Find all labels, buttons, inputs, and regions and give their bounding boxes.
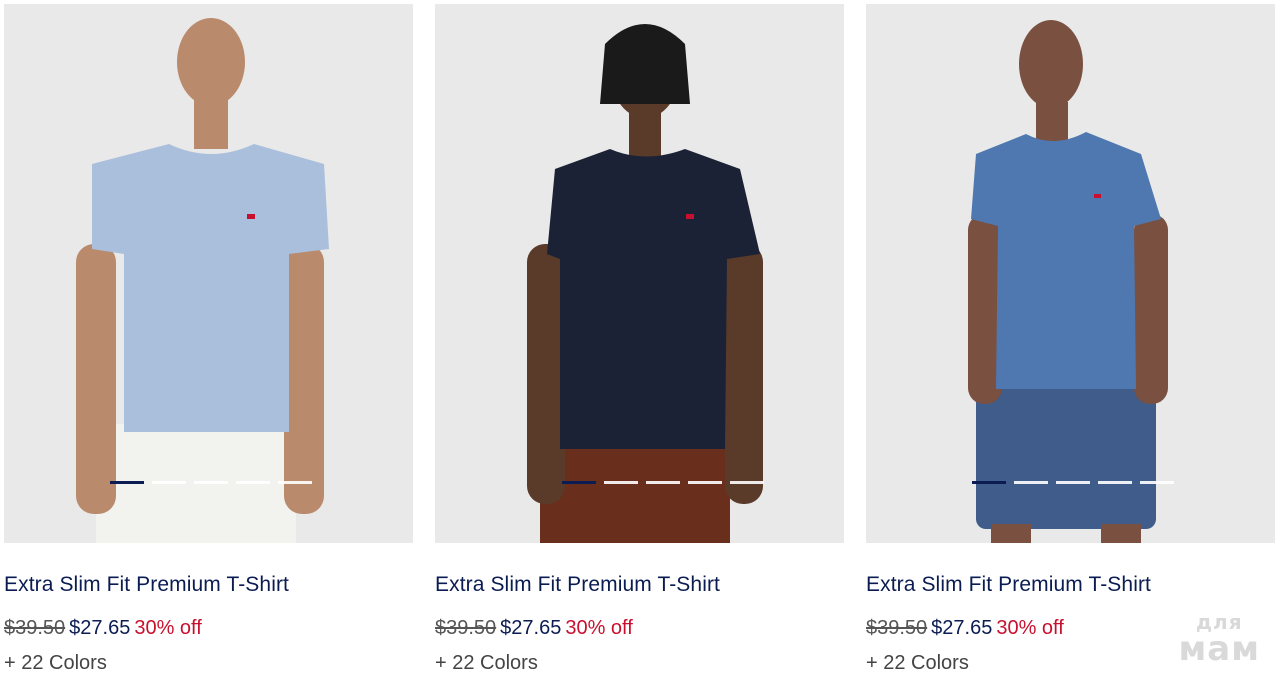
product-image[interactable]: [435, 4, 844, 543]
carousel-dot[interactable]: [110, 481, 144, 484]
carousel-dot[interactable]: [194, 481, 228, 484]
carousel-dot[interactable]: [1056, 481, 1090, 484]
price-row: $39.50 $27.65 30% off: [4, 617, 413, 640]
original-price: $39.50: [4, 617, 66, 639]
discount-label: 30% off: [565, 617, 633, 639]
discount-label: 30% off: [996, 617, 1064, 639]
carousel-dot[interactable]: [152, 481, 186, 484]
product-title[interactable]: Extra Slim Fit Premium T-Shirt: [435, 573, 844, 597]
watermark-logo: для мам: [1178, 612, 1260, 666]
price-row: $39.50 $27.65 30% off: [435, 617, 844, 640]
model-photo: [968, 20, 1168, 543]
product-image[interactable]: [4, 4, 413, 543]
model-photo: [76, 18, 329, 543]
image-carousel-indicator[interactable]: [562, 481, 764, 484]
product-card[interactable]: Extra Slim Fit Premium T-Shirt $39.50 $27…: [4, 4, 413, 675]
model-photo: [527, 24, 763, 543]
original-price: $39.50: [866, 617, 928, 639]
product-card[interactable]: Extra Slim Fit Premium T-Shirt $39.50 $27…: [866, 4, 1275, 675]
carousel-dot[interactable]: [236, 481, 270, 484]
carousel-dot[interactable]: [1140, 481, 1174, 484]
sale-price: $27.65: [69, 617, 131, 639]
original-price: $39.50: [435, 617, 497, 639]
watermark-line-2: мам: [1178, 629, 1260, 669]
carousel-dot[interactable]: [688, 481, 722, 484]
product-grid: Extra Slim Fit Premium T-Shirt $39.50 $27…: [0, 0, 1280, 682]
color-count-link[interactable]: + 22 Colors: [4, 652, 413, 675]
product-title[interactable]: Extra Slim Fit Premium T-Shirt: [4, 573, 413, 597]
color-count-link[interactable]: + 22 Colors: [435, 652, 844, 675]
carousel-dot[interactable]: [972, 481, 1006, 484]
carousel-dot[interactable]: [646, 481, 680, 484]
discount-label: 30% off: [134, 617, 202, 639]
carousel-dot[interactable]: [1014, 481, 1048, 484]
carousel-dot[interactable]: [1098, 481, 1132, 484]
carousel-dot[interactable]: [562, 481, 596, 484]
carousel-dot[interactable]: [604, 481, 638, 484]
image-carousel-indicator[interactable]: [110, 481, 312, 484]
product-image[interactable]: [866, 4, 1275, 543]
product-title[interactable]: Extra Slim Fit Premium T-Shirt: [866, 573, 1275, 597]
sale-price: $27.65: [500, 617, 562, 639]
carousel-dot[interactable]: [730, 481, 764, 484]
sale-price: $27.65: [931, 617, 993, 639]
product-card[interactable]: Extra Slim Fit Premium T-Shirt $39.50 $27…: [435, 4, 844, 675]
image-carousel-indicator[interactable]: [972, 481, 1174, 484]
carousel-dot[interactable]: [278, 481, 312, 484]
